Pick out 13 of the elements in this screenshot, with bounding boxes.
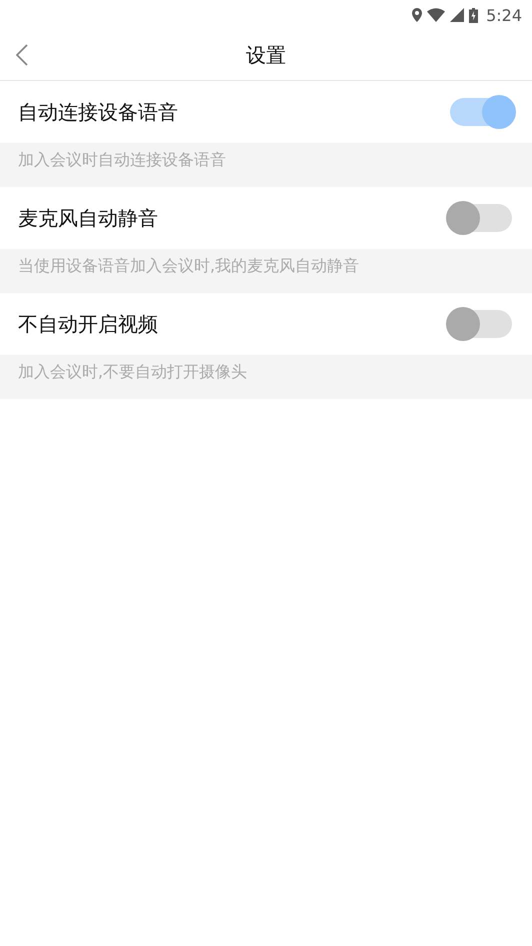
signal-icon [450,8,464,22]
setting-description: 加入会议时,不要自动打开摄像头 [18,362,248,381]
back-icon[interactable] [16,44,28,66]
setting-label: 不自动开启视频 [18,310,158,338]
setting-description: 当使用设备语音加入会议时,我的麦克风自动静音 [18,256,360,275]
setting-label: 麦克风自动静音 [18,204,158,232]
setting-label: 自动连接设备语音 [18,98,178,126]
status-time: 5:24 [486,6,522,24]
battery-icon [469,8,478,22]
wifi-icon [427,8,446,22]
page-title: 设置 [246,42,286,68]
location-icon [412,8,422,22]
setting-description: 加入会议时自动连接设备语音 [18,150,226,169]
